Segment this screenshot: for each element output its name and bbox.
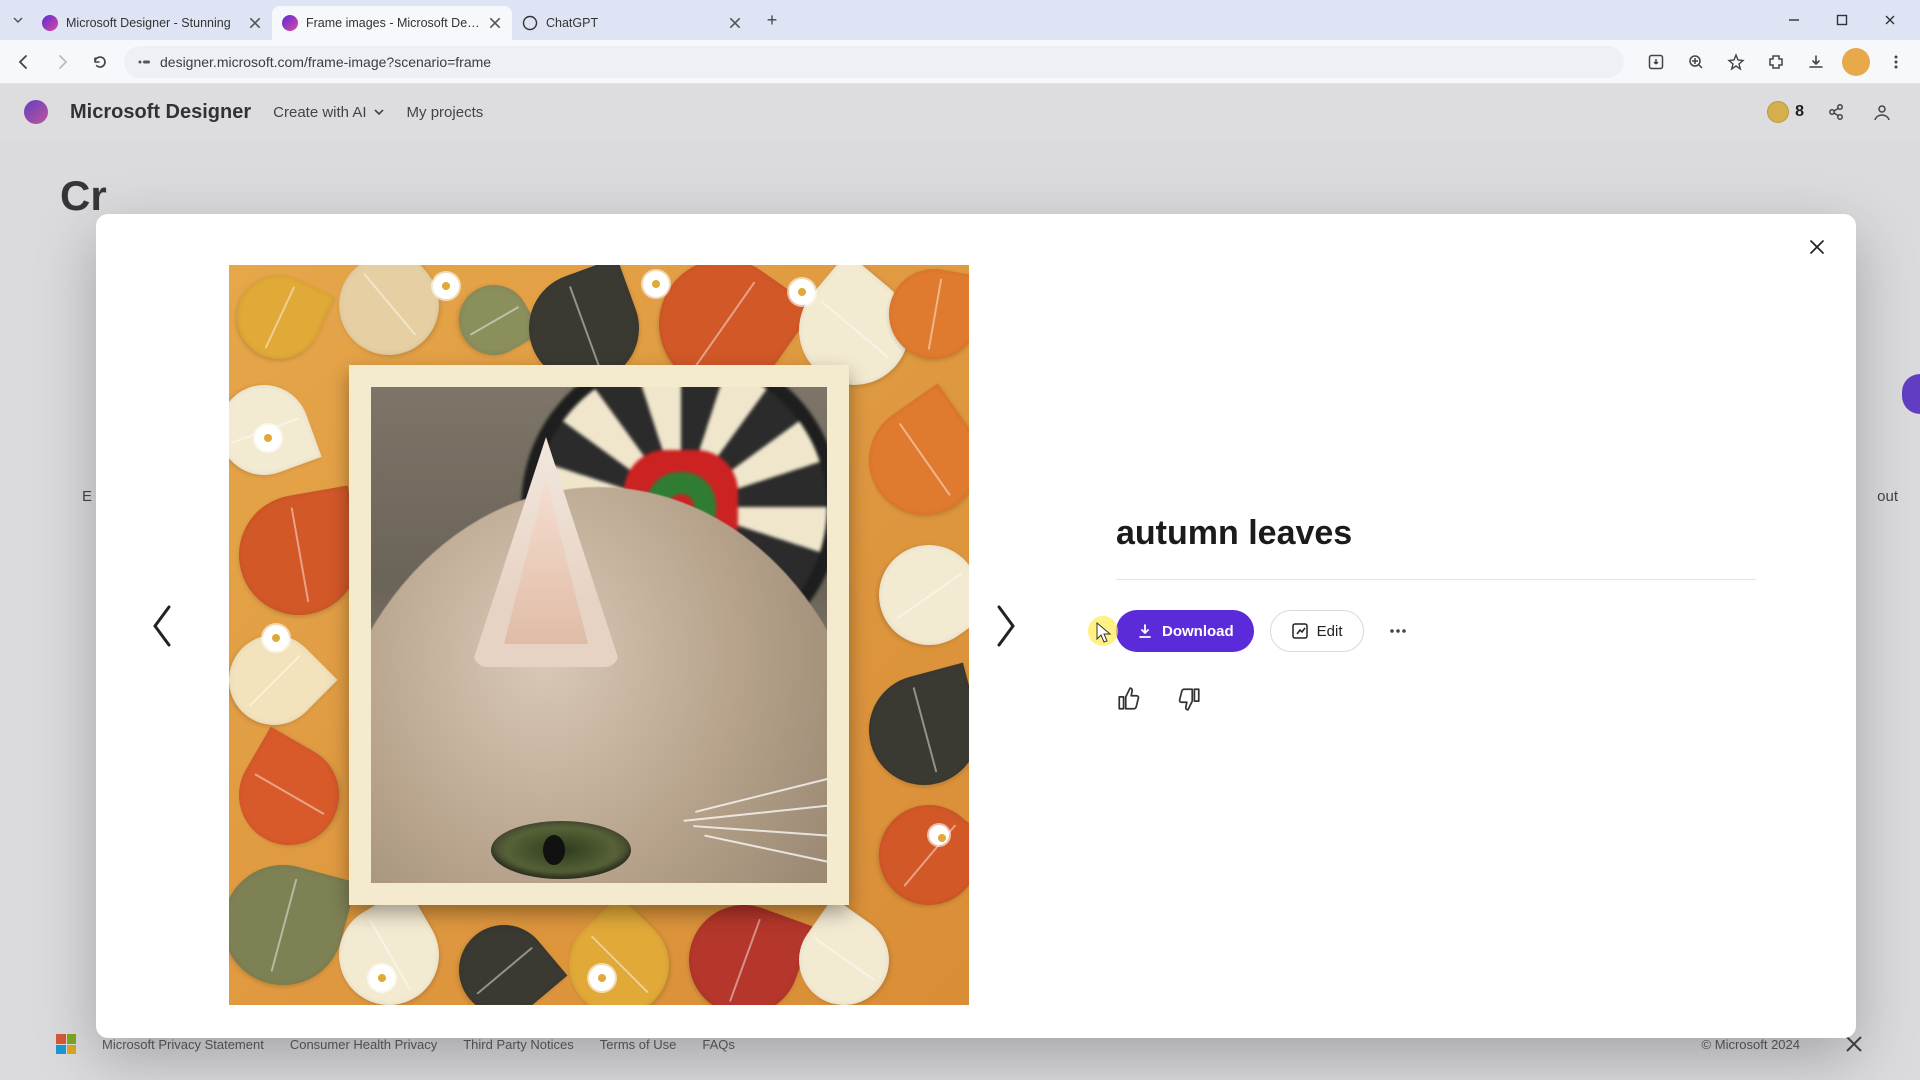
downloads-icon[interactable]	[1802, 48, 1830, 76]
close-icon[interactable]	[488, 16, 502, 30]
next-image-button[interactable]	[982, 592, 1030, 660]
browser-tab[interactable]: Microsoft Designer - Stunning	[32, 6, 272, 40]
window-maximize-button[interactable]	[1828, 6, 1856, 34]
window-close-button[interactable]	[1876, 6, 1904, 34]
prev-image-button[interactable]	[138, 592, 186, 660]
designer-favicon-icon	[282, 15, 298, 31]
button-label: Edit	[1317, 623, 1343, 640]
image-preview-modal: autumn leaves Download Edit	[96, 214, 1856, 1038]
browser-titlebar: Microsoft Designer - Stunning Frame imag…	[0, 0, 1920, 40]
bookmark-icon[interactable]	[1722, 48, 1750, 76]
chevron-left-icon	[147, 601, 177, 651]
nav-reload-button[interactable]	[86, 48, 114, 76]
site-info-icon[interactable]	[136, 54, 152, 70]
browser-address-bar: designer.microsoft.com/frame-image?scena…	[0, 40, 1920, 84]
edit-image-icon	[1291, 622, 1309, 640]
generated-image	[229, 265, 969, 1005]
cat-eye	[491, 821, 631, 879]
browser-tab[interactable]: ChatGPT	[512, 6, 752, 40]
chevron-right-icon	[991, 601, 1021, 651]
browser-tab[interactable]: Frame images - Microsoft Des…	[272, 6, 512, 40]
chatgpt-favicon-icon	[522, 15, 538, 31]
tab-title: Microsoft Designer - Stunning	[66, 16, 240, 30]
image-viewer	[96, 214, 1056, 1038]
browser-menu-button[interactable]	[1882, 48, 1910, 76]
profile-avatar-button[interactable]	[1842, 48, 1870, 76]
window-minimize-button[interactable]	[1780, 6, 1808, 34]
designer-favicon-icon	[42, 15, 58, 31]
image-details-panel: autumn leaves Download Edit	[1056, 214, 1856, 1038]
address-input[interactable]: designer.microsoft.com/frame-image?scena…	[124, 46, 1624, 78]
thumbs-up-icon	[1116, 686, 1142, 712]
zoom-icon[interactable]	[1682, 48, 1710, 76]
more-actions-button[interactable]	[1380, 613, 1416, 649]
thumbs-down-button[interactable]	[1176, 686, 1202, 712]
button-label: Download	[1162, 623, 1234, 640]
tab-title: ChatGPT	[546, 16, 720, 30]
cursor-icon	[1096, 622, 1112, 644]
close-icon[interactable]	[248, 16, 262, 30]
edit-button[interactable]: Edit	[1270, 610, 1364, 652]
photo-frame	[349, 365, 849, 905]
divider	[1116, 579, 1756, 580]
url-text: designer.microsoft.com/frame-image?scena…	[160, 54, 491, 70]
extensions-icon[interactable]	[1762, 48, 1790, 76]
tab-search-dropdown[interactable]	[8, 10, 28, 30]
more-horizontal-icon	[1387, 620, 1409, 642]
new-tab-button[interactable]: +	[758, 6, 786, 34]
nav-forward-button[interactable]	[48, 48, 76, 76]
close-icon[interactable]	[728, 16, 742, 30]
thumbs-down-icon	[1176, 686, 1202, 712]
tab-title: Frame images - Microsoft Des…	[306, 16, 480, 30]
image-title: autumn leaves	[1116, 514, 1756, 553]
install-app-icon[interactable]	[1642, 48, 1670, 76]
cursor-highlight	[1088, 616, 1118, 646]
download-button[interactable]: Download	[1116, 610, 1254, 652]
thumbs-up-button[interactable]	[1116, 686, 1142, 712]
nav-back-button[interactable]	[10, 48, 38, 76]
chevron-down-icon	[12, 14, 24, 26]
download-icon	[1136, 622, 1154, 640]
